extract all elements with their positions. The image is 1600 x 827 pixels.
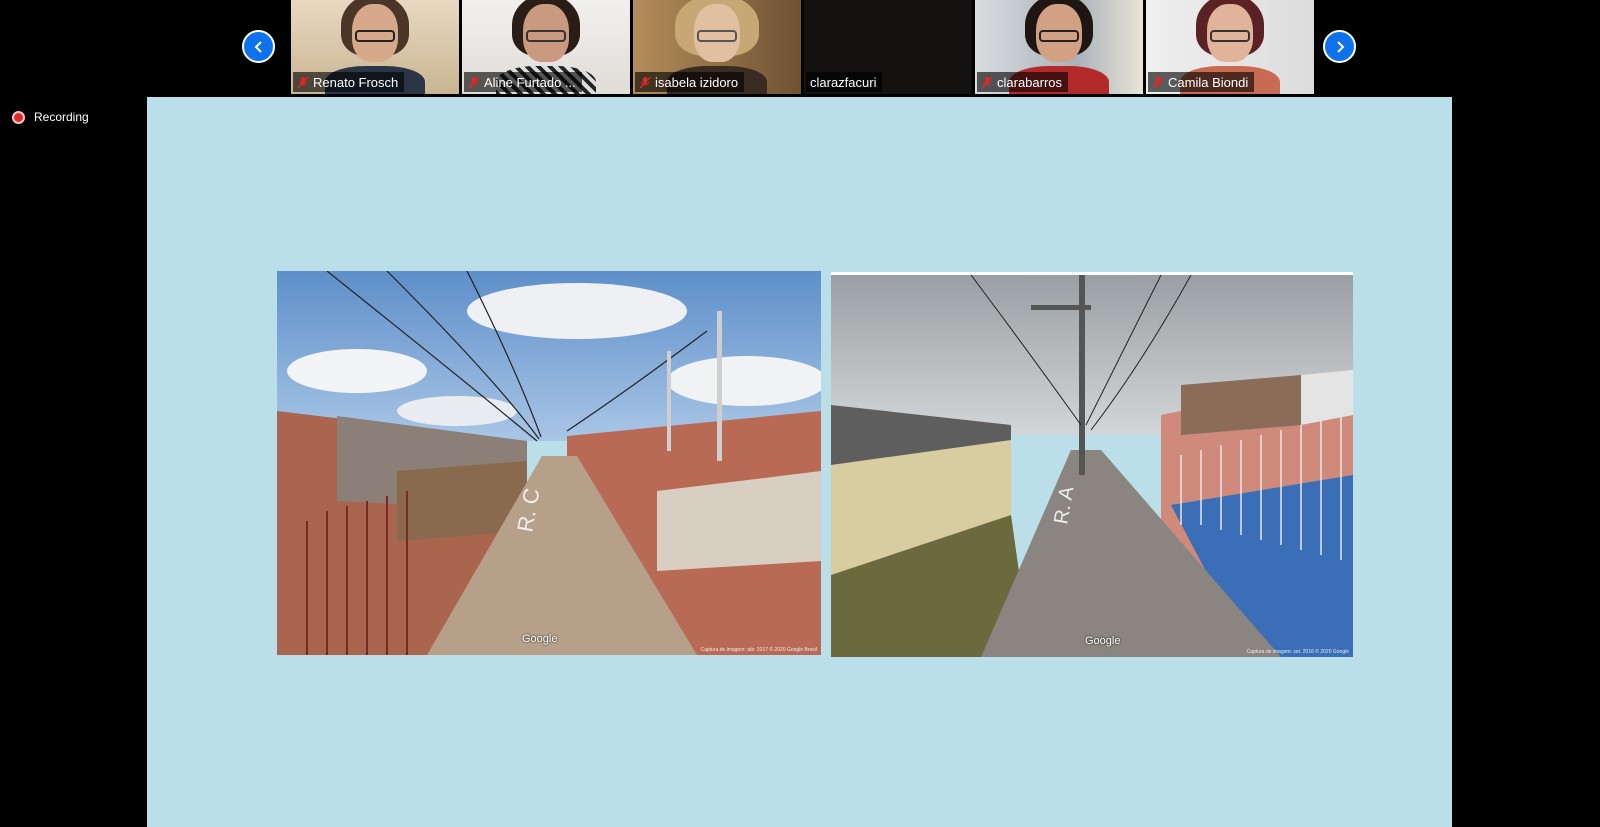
participant-name-tag: clarabarros xyxy=(977,72,1069,92)
participant-name-tag: isabela izidoro xyxy=(635,72,745,92)
street-view-photo-left: R. C Google Captura de imagem: abr. 2017… xyxy=(277,271,821,655)
muted-mic-icon xyxy=(981,75,993,89)
muted-mic-icon xyxy=(639,75,651,89)
participant-name-tag: Renato Frosch xyxy=(293,72,405,92)
image-caption: Captura de imagem: abr. 2017 © 2020 Goog… xyxy=(700,647,817,653)
recording-label: Recording xyxy=(34,110,89,124)
google-watermark: Google xyxy=(522,633,558,645)
muted-mic-icon xyxy=(297,75,309,89)
street-photo-image: R. C xyxy=(277,271,821,655)
muted-mic-icon xyxy=(1152,75,1164,89)
gallery-prev-button[interactable] xyxy=(242,30,275,63)
participant-tile[interactable]: isabela izidoro xyxy=(633,0,801,94)
participant-strip: Renato Frosch Aline Furtado ... isabela … xyxy=(291,0,1314,94)
street-view-photo-right: R. A Google Captura de imagem: set. 2016… xyxy=(831,272,1353,657)
participant-tile[interactable]: Aline Furtado ... xyxy=(462,0,630,94)
participant-name: isabela izidoro xyxy=(655,74,739,90)
recording-icon xyxy=(12,110,25,124)
participant-tile[interactable]: clarabarros xyxy=(975,0,1143,94)
google-watermark: Google xyxy=(1085,635,1121,647)
participant-name: Camila Biondi xyxy=(1168,74,1249,90)
participant-name: clarazfacuri xyxy=(810,74,877,90)
participant-name-tag: Aline Furtado ... xyxy=(464,72,582,92)
street-photo-image: R. A xyxy=(831,275,1353,657)
muted-mic-icon xyxy=(468,75,480,89)
image-caption: Captura de imagem: set. 2016 © 2020 Goog… xyxy=(1246,649,1349,655)
participant-name: Renato Frosch xyxy=(313,74,399,90)
participant-tile[interactable]: Camila Biondi xyxy=(1146,0,1314,94)
shared-screen: R. C Google Captura de imagem: abr. 2017… xyxy=(147,97,1452,827)
participant-name-tag: clarazfacuri xyxy=(806,72,883,92)
participant-tile[interactable]: Renato Frosch xyxy=(291,0,459,94)
participant-tile[interactable]: clarazfacuri xyxy=(804,0,972,94)
participant-name-tag: Camila Biondi xyxy=(1148,72,1255,92)
recording-indicator[interactable]: Recording xyxy=(12,110,89,124)
gallery-next-button[interactable] xyxy=(1323,30,1356,63)
chevron-left-icon xyxy=(254,40,262,53)
chevron-right-icon xyxy=(1336,40,1344,53)
participant-name: clarabarros xyxy=(997,74,1063,90)
participant-name: Aline Furtado ... xyxy=(484,74,576,90)
